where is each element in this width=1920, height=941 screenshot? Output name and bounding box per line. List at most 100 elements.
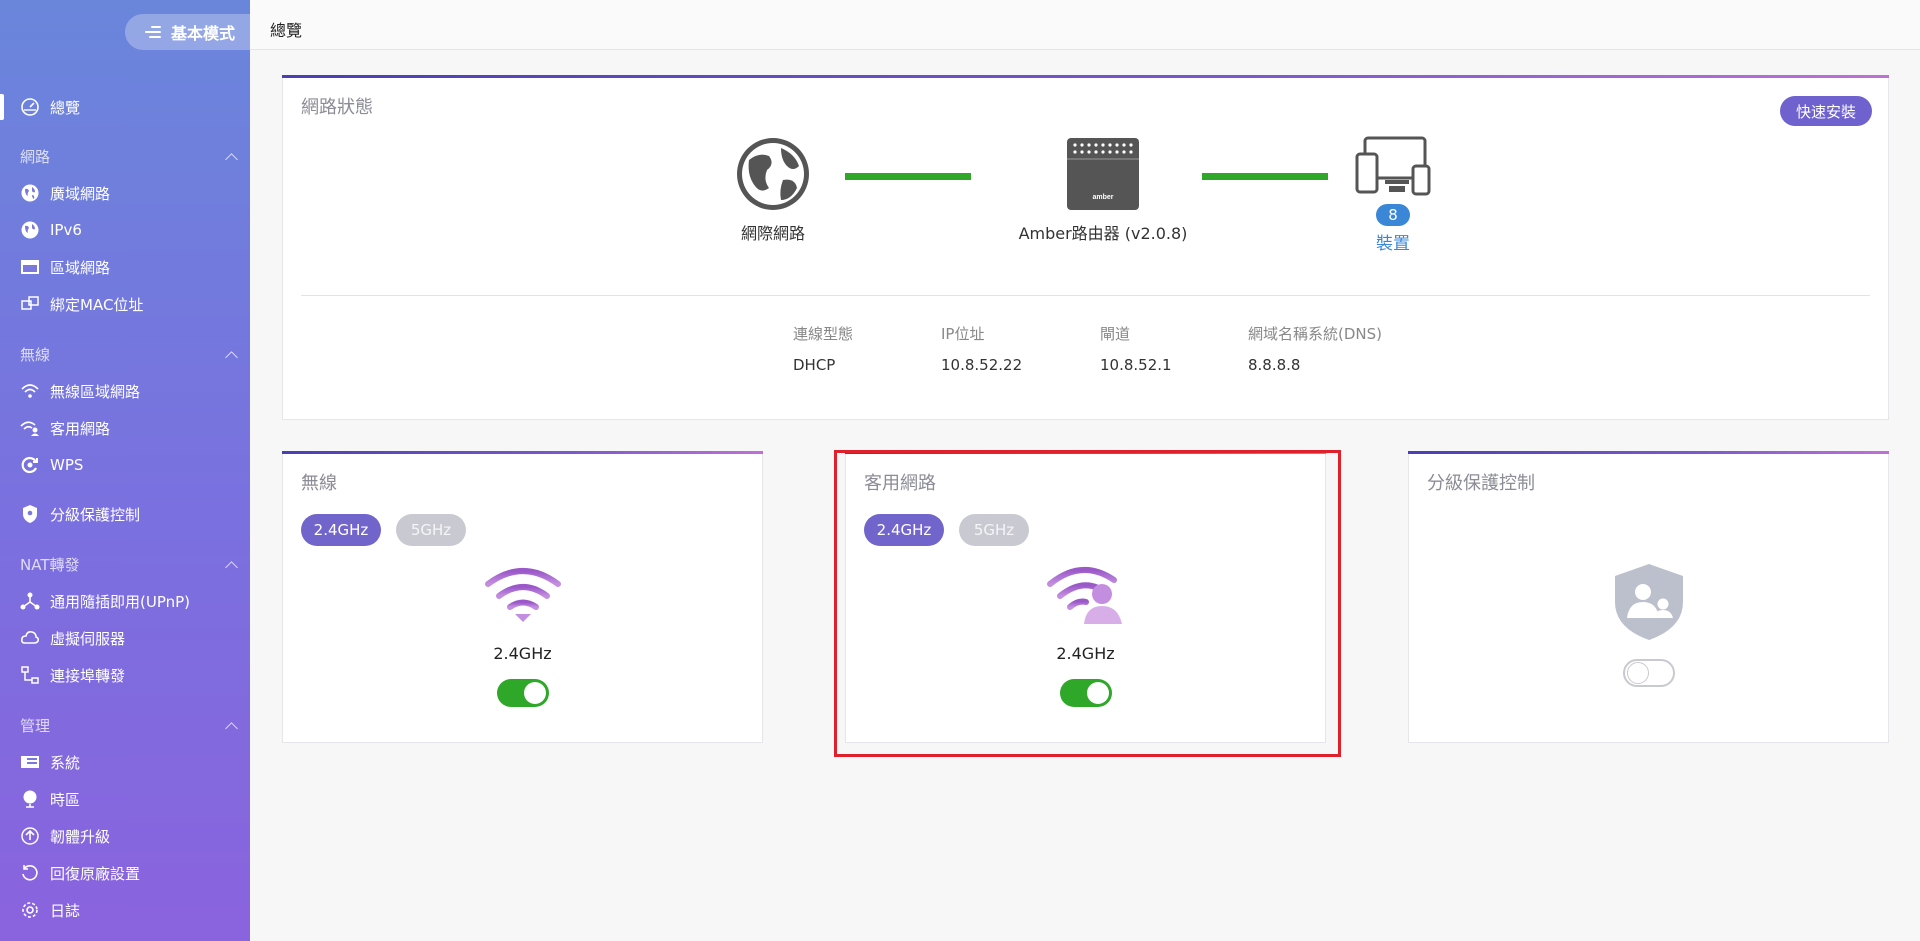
reset-icon [20, 863, 40, 883]
device-count-badge: 8 [1376, 204, 1410, 226]
guest-wifi-icon [1046, 566, 1122, 624]
sidebar-item-log[interactable]: 日誌 [0, 893, 250, 927]
sidebar-label: 綁定MAC位址 [50, 295, 144, 314]
info-label: 連線型態 [793, 325, 854, 343]
chevron-up-icon [225, 721, 238, 735]
band-24-button[interactable]: 2.4GHz [864, 514, 944, 546]
sidebar-label: 無線區域網路 [50, 382, 141, 401]
sidebar-label: 回復原廠設置 [50, 864, 141, 883]
internet-node[interactable]: 網際網路 [723, 136, 823, 244]
sidebar-item-ipv6[interactable]: IPv6 [0, 213, 250, 247]
chevron-up-icon [225, 560, 238, 574]
sidebar-item-virtual-server[interactable]: 虛擬伺服器 [0, 621, 250, 655]
guest-network-card: 客用網路 2.4GHz 5GHz 2.4GHz [845, 451, 1326, 743]
sidebar-label: 日誌 [50, 901, 81, 920]
sidebar-label: 連接埠轉發 [50, 666, 126, 685]
band-5-button[interactable]: 5GHz [959, 514, 1029, 546]
sidebar-label: 廣域網路 [50, 184, 111, 203]
card-title: 無線 [301, 473, 337, 494]
shield-icon [20, 504, 40, 524]
sidebar-label: 時區 [50, 790, 81, 809]
top-bar: 總覽 [250, 0, 1920, 50]
card-title: 客用網路 [864, 473, 936, 494]
guest-network-toggle[interactable] [1059, 679, 1112, 707]
sidebar-label: 虛擬伺服器 [50, 629, 126, 648]
devices-node[interactable]: 8 裝置 [1353, 136, 1433, 254]
band-24-button[interactable]: 2.4GHz [301, 514, 381, 546]
basic-mode-button[interactable]: 基本模式 [125, 14, 250, 50]
nav-group-nat[interactable]: NAT轉發 [20, 554, 240, 575]
sidebar-label: 韌體升級 [50, 827, 111, 846]
info-label: 閘道 [1100, 325, 1131, 343]
wps-icon [20, 455, 40, 475]
parental-shield-icon [1614, 564, 1683, 640]
sidebar-item-mac-binding[interactable]: 綁定MAC位址 [0, 287, 250, 321]
card-title: 網路狀態 [301, 97, 373, 118]
system-icon [20, 752, 40, 772]
info-value: 8.8.8.8 [1248, 356, 1301, 374]
internet-label: 網際網路 [740, 224, 805, 243]
sidebar-item-guest[interactable]: 客用網路 [0, 411, 250, 445]
router-node[interactable]: amber Amber路由器 (v2.0.8) [1003, 136, 1203, 244]
nav-group-management[interactable]: 管理 [20, 715, 240, 736]
parental-control-card: 分級保護控制 [1408, 451, 1889, 743]
sidebar-item-lan[interactable]: 區域網路 [0, 250, 250, 284]
sidebar-label: 通用隨插即用(UPnP) [50, 592, 191, 611]
router-icon: amber [1067, 138, 1139, 210]
group-label: 網路 [20, 148, 51, 166]
sidebar-item-port-forward[interactable]: 連接埠轉發 [0, 658, 250, 692]
globe-icon [20, 183, 40, 203]
sidebar-label: 總覽 [50, 98, 81, 117]
globe-icon [20, 220, 40, 240]
group-label: NAT轉發 [20, 556, 80, 574]
info-gateway: 閘道 10.8.52.1 [1100, 323, 1172, 374]
sidebar-item-firmware[interactable]: 韌體升級 [0, 819, 250, 853]
sidebar: 基本模式 總覽 網路 廣域網路 IPv6 區域網路 綁定MAC位址 無線 無線區… [0, 0, 250, 941]
sidebar-label: IPv6 [50, 221, 82, 239]
wireless-card: 無線 2.4GHz 5GHz 2.4GHz [282, 451, 763, 743]
mode-icon [145, 25, 161, 39]
divider [301, 295, 1870, 296]
sidebar-item-timezone[interactable]: 時區 [0, 782, 250, 816]
basic-mode-label: 基本模式 [171, 24, 236, 43]
toggle-knob [1626, 662, 1649, 684]
info-value: 10.8.52.1 [1100, 356, 1172, 374]
parental-control-toggle[interactable] [1622, 659, 1675, 687]
sidebar-label: 系統 [50, 753, 81, 772]
info-ip: IP位址 10.8.52.22 [941, 323, 1022, 374]
internet-link-line [845, 173, 971, 180]
info-dns: 網域名稱系統(DNS) 8.8.8.8 [1248, 323, 1382, 374]
sidebar-label: 分級保護控制 [50, 505, 141, 524]
sidebar-item-system[interactable]: 系統 [0, 745, 250, 779]
devices-link[interactable]: 裝置 [1353, 229, 1433, 254]
sidebar-item-parental[interactable]: 分級保護控制 [0, 497, 250, 531]
card-title: 分級保護控制 [1427, 473, 1535, 494]
sidebar-item-wan[interactable]: 廣域網路 [0, 176, 250, 210]
active-band-label: 2.4GHz [1056, 644, 1115, 663]
sidebar-label: 區域網路 [50, 258, 111, 277]
globe-icon [737, 138, 809, 210]
group-label: 管理 [20, 717, 51, 735]
chevron-up-icon [225, 350, 238, 364]
page-title: 總覽 [270, 21, 303, 40]
nav-group-network[interactable]: 網路 [20, 146, 240, 167]
router-brand: amber [1092, 194, 1113, 201]
cloud-icon [20, 628, 40, 648]
sidebar-item-factory-reset[interactable]: 回復原廠設置 [0, 856, 250, 890]
gear-icon [20, 900, 40, 920]
sidebar-label: WPS [50, 456, 84, 474]
sidebar-item-wlan[interactable]: 無線區域網路 [0, 374, 250, 408]
chevron-up-icon [225, 152, 238, 166]
quick-setup-button[interactable]: 快速安裝 [1779, 96, 1872, 126]
nav-group-wireless[interactable]: 無線 [20, 344, 240, 365]
sidebar-item-wps[interactable]: WPS [0, 448, 250, 482]
devices-link-line [1202, 173, 1328, 180]
port-forward-icon [20, 665, 40, 685]
band-5-button[interactable]: 5GHz [396, 514, 466, 546]
group-label: 無線 [20, 346, 51, 364]
dashboard-icon [20, 97, 40, 117]
firmware-upgrade-icon [20, 826, 40, 846]
sidebar-item-upnp[interactable]: 通用隨插即用(UPnP) [0, 584, 250, 618]
wireless-toggle[interactable] [496, 679, 549, 707]
sidebar-item-overview[interactable]: 總覽 [0, 90, 250, 124]
